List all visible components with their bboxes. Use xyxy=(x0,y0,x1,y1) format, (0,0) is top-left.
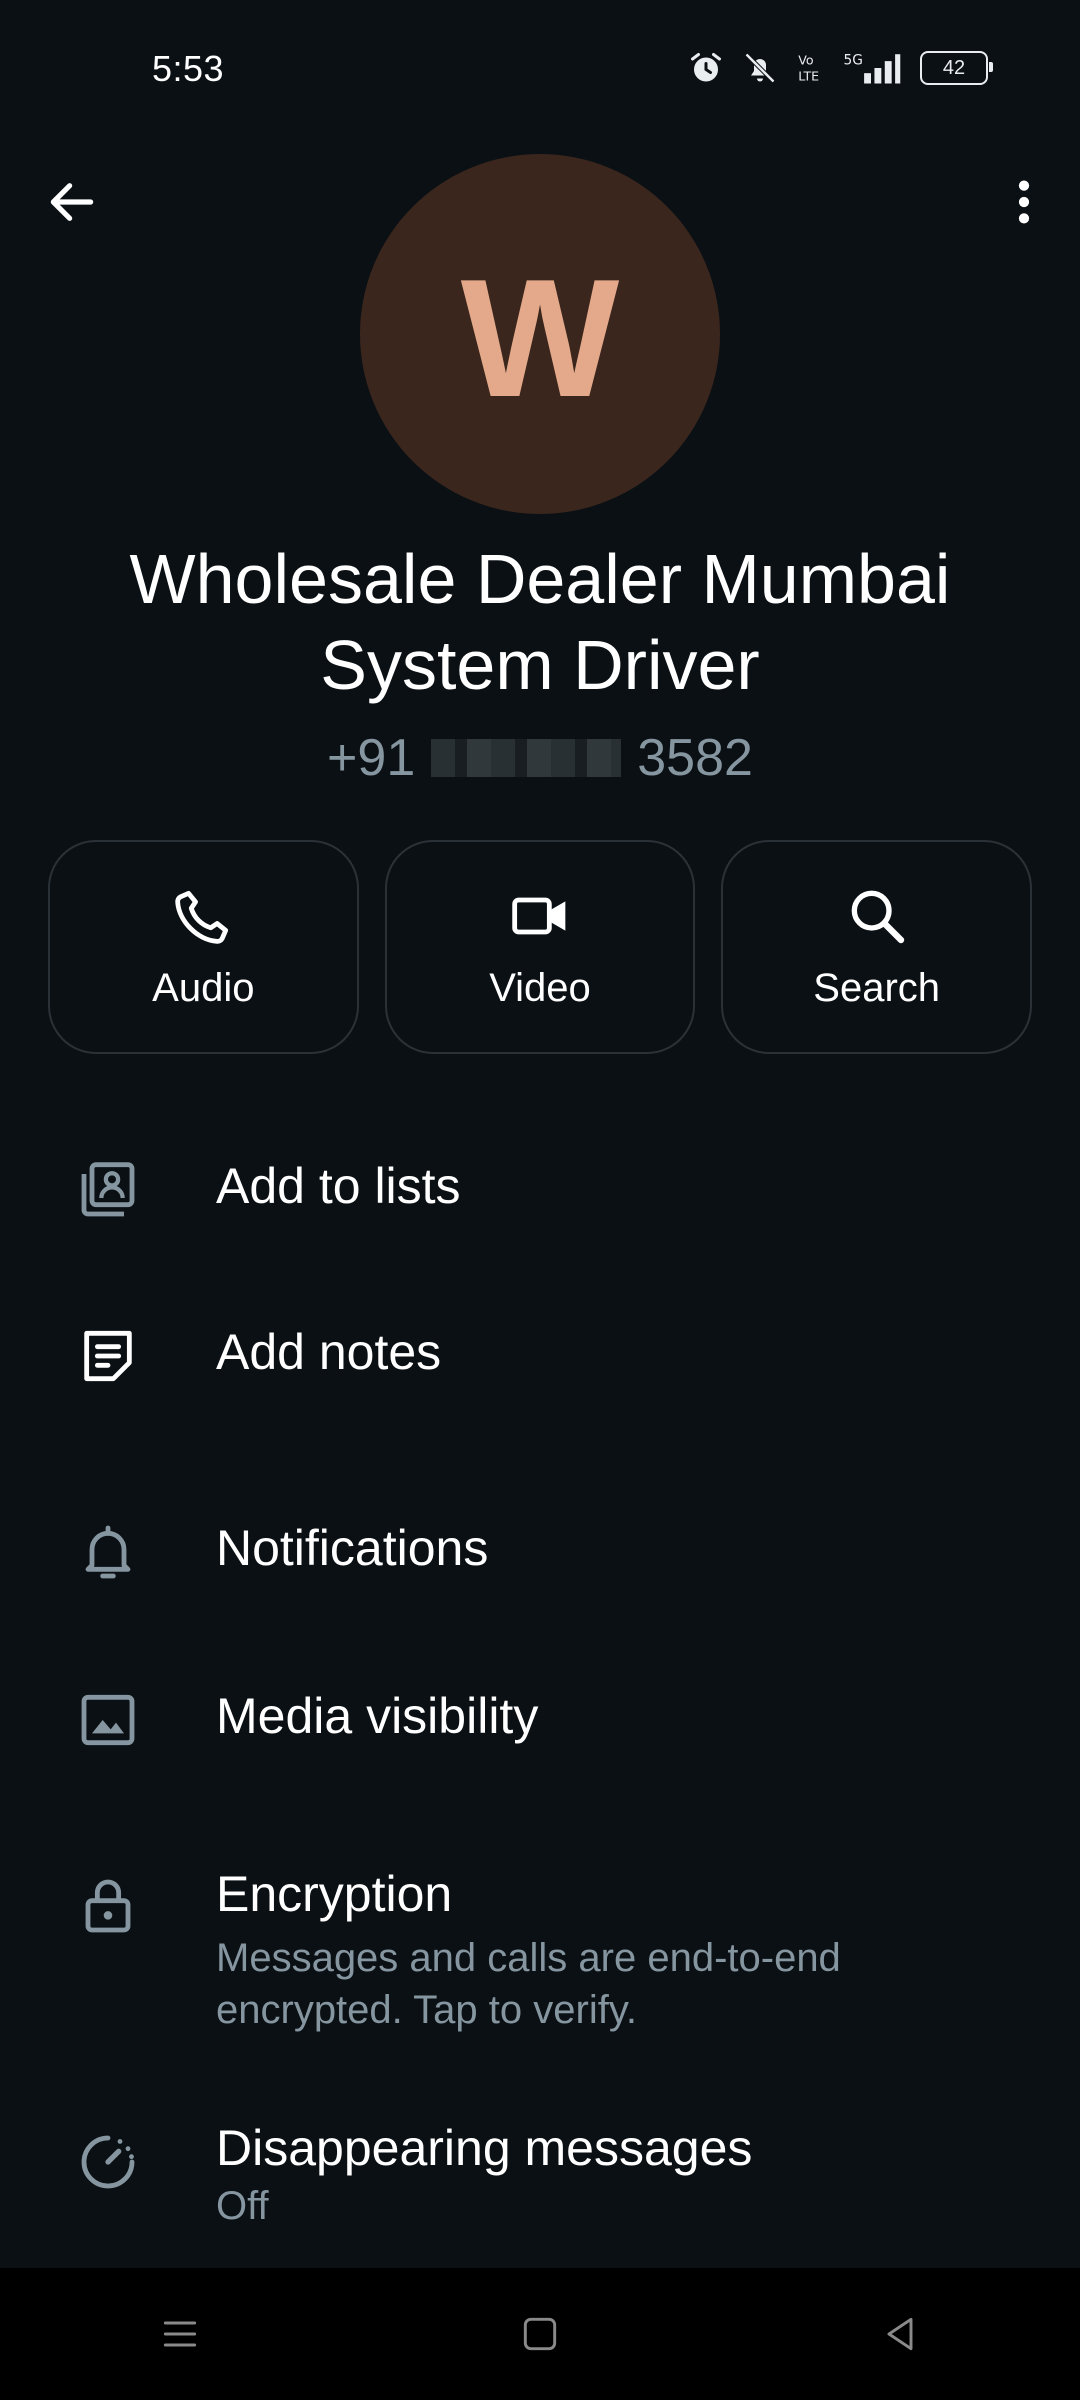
redacted-digits xyxy=(431,739,622,777)
image-icon xyxy=(81,1694,135,1746)
system-back-button[interactable] xyxy=(840,2284,960,2384)
back-button[interactable] xyxy=(36,166,108,238)
notifications-label: Notifications xyxy=(216,1520,489,1576)
bell-icon xyxy=(85,1525,131,1579)
video-label: Video xyxy=(489,965,591,1010)
disappearing-messages-row[interactable]: Disappearing messages Off xyxy=(0,2118,1080,2232)
add-notes-label: Add notes xyxy=(216,1324,442,1380)
mute-bell-icon xyxy=(744,52,776,84)
contact-list-icon xyxy=(81,1162,135,1217)
contact-name: Wholesale Dealer Mumbai System Driver xyxy=(129,540,951,704)
triangle-back-icon xyxy=(887,2317,913,2351)
recents-button[interactable] xyxy=(120,2284,240,2384)
phone-suffix: 3582 xyxy=(637,729,753,787)
phone-icon xyxy=(175,890,229,944)
volte-icon: Vo LTE xyxy=(798,52,819,84)
arrow-left-icon xyxy=(50,183,94,221)
status-icons: Vo LTE 5G 42 xyxy=(688,50,993,86)
video-call-button[interactable]: Video xyxy=(384,840,696,1054)
media-visibility-row[interactable]: Media visibility xyxy=(0,1686,1080,1752)
disappearing-title: Disappearing messages xyxy=(216,2120,753,2176)
status-time: 5:53 xyxy=(152,48,225,89)
more-options-button[interactable] xyxy=(988,166,1060,238)
svg-text:LTE: LTE xyxy=(798,69,819,84)
svg-text:Vo: Vo xyxy=(798,52,814,67)
encryption-row[interactable]: Encryption Messages and calls are end-to… xyxy=(0,1864,1080,2036)
add-notes-row[interactable]: Add notes xyxy=(0,1322,1080,1388)
notifications-row[interactable]: Notifications xyxy=(0,1518,1080,1584)
more-vertical-icon xyxy=(1018,180,1030,224)
svg-text:5G: 5G xyxy=(843,53,862,69)
avatar-letter: W xyxy=(460,244,620,432)
add-to-lists-label: Add to lists xyxy=(216,1158,461,1214)
audio-label: Audio xyxy=(152,965,255,1010)
alarm-icon xyxy=(691,53,721,82)
home-button[interactable] xyxy=(480,2284,600,2384)
add-to-lists-row[interactable]: Add to lists xyxy=(0,1156,1080,1222)
battery-level: 42 xyxy=(942,56,966,79)
avatar[interactable]: W xyxy=(360,154,720,514)
audio-call-button[interactable]: Audio xyxy=(48,840,359,1054)
search-button[interactable]: Search xyxy=(721,840,1033,1054)
media-visibility-label: Media visibility xyxy=(216,1688,539,1744)
contact-phone: +91 3582 xyxy=(0,728,1080,788)
action-buttons: Audio Video Search xyxy=(48,840,1033,1054)
system-nav-bar xyxy=(0,2268,1080,2400)
menu-icon xyxy=(163,2321,197,2347)
search-icon xyxy=(851,890,904,943)
encryption-title: Encryption xyxy=(216,1866,453,1922)
home-square-icon xyxy=(523,2317,557,2351)
battery-indicator: 42 xyxy=(920,51,993,85)
note-icon xyxy=(84,1330,132,1382)
search-label: Search xyxy=(813,965,941,1010)
phone-prefix: +91 xyxy=(327,729,416,787)
timer-icon xyxy=(81,2135,135,2189)
lock-icon xyxy=(85,1879,131,1933)
disappearing-subtitle: Off xyxy=(216,2184,269,2228)
video-icon xyxy=(512,897,566,934)
signal-5g-icon: 5G xyxy=(843,53,901,84)
encryption-subtitle: Messages and calls are end-to-end encryp… xyxy=(216,1936,841,2032)
